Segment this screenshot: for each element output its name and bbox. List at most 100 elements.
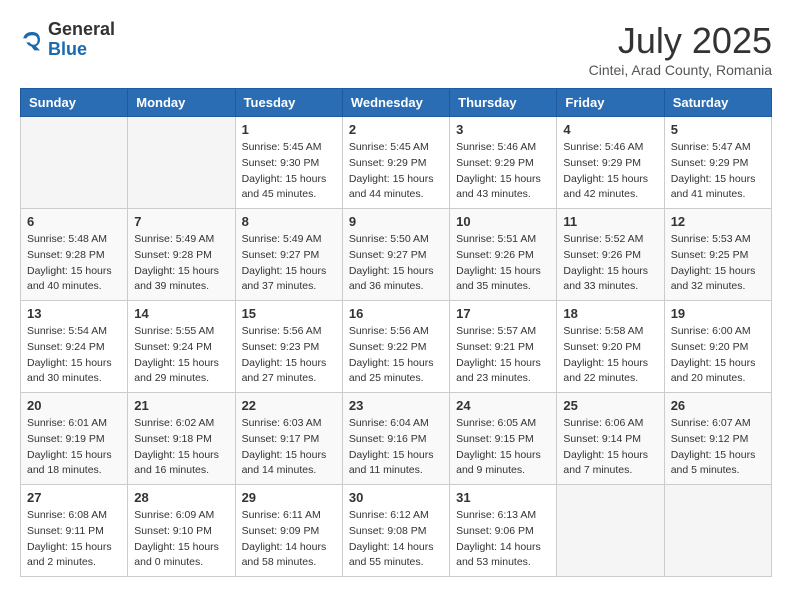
calendar-week-row: 6Sunrise: 5:48 AMSunset: 9:28 PMDaylight… bbox=[21, 209, 772, 301]
calendar-week-row: 27Sunrise: 6:08 AMSunset: 9:11 PMDayligh… bbox=[21, 485, 772, 577]
day-info: Sunrise: 6:12 AMSunset: 9:08 PMDaylight:… bbox=[349, 508, 443, 571]
day-info: Sunrise: 5:46 AMSunset: 9:29 PMDaylight:… bbox=[456, 140, 550, 203]
calendar-week-row: 1 Sunrise: 5:45 AMSunset: 9:30 PMDaylight… bbox=[21, 117, 772, 209]
day-number: 8 bbox=[242, 214, 336, 229]
weekday-header-wednesday: Wednesday bbox=[342, 89, 449, 117]
calendar-cell: 24 Sunrise: 6:05 AMSunset: 9:15 PMDayligh… bbox=[450, 393, 557, 485]
day-number: 1 bbox=[242, 122, 336, 137]
calendar-cell: 17Sunrise: 5:57 AMSunset: 9:21 PMDayligh… bbox=[450, 301, 557, 393]
day-info: Sunrise: 5:52 AMSunset: 9:26 PMDaylight:… bbox=[563, 232, 657, 295]
day-info: Sunrise: 5:46 AMSunset: 9:29 PMDaylight:… bbox=[563, 140, 657, 203]
day-number: 24 bbox=[456, 398, 550, 413]
day-number: 30 bbox=[349, 490, 443, 505]
calendar-cell: 28 Sunrise: 6:09 AMSunset: 9:10 PMDayligh… bbox=[128, 485, 235, 577]
weekday-header-thursday: Thursday bbox=[450, 89, 557, 117]
day-info: Sunrise: 5:58 AMSunset: 9:20 PMDaylight:… bbox=[563, 324, 657, 387]
calendar-header-row: SundayMondayTuesdayWednesdayThursdayFrid… bbox=[21, 89, 772, 117]
calendar-cell bbox=[21, 117, 128, 209]
day-info: Sunrise: 5:50 AMSunset: 9:27 PMDaylight:… bbox=[349, 232, 443, 295]
calendar-cell: 12Sunrise: 5:53 AMSunset: 9:25 PMDayligh… bbox=[664, 209, 771, 301]
calendar-cell: 25Sunrise: 6:06 AMSunset: 9:14 PMDayligh… bbox=[557, 393, 664, 485]
day-info: Sunrise: 6:05 AMSunset: 9:15 PMDaylight:… bbox=[456, 416, 550, 479]
calendar-cell: 3 Sunrise: 5:46 AMSunset: 9:29 PMDaylight… bbox=[450, 117, 557, 209]
logo-icon bbox=[20, 28, 44, 52]
calendar-cell: 16 Sunrise: 5:56 AMSunset: 9:22 PMDayligh… bbox=[342, 301, 449, 393]
day-number: 28 bbox=[134, 490, 228, 505]
day-number: 15 bbox=[242, 306, 336, 321]
day-info: Sunrise: 5:49 AMSunset: 9:27 PMDaylight:… bbox=[242, 232, 336, 295]
logo-general: General bbox=[48, 20, 115, 40]
day-number: 4 bbox=[563, 122, 657, 137]
day-info: Sunrise: 6:11 AMSunset: 9:09 PMDaylight:… bbox=[242, 508, 336, 571]
calendar-cell: 4 Sunrise: 5:46 AMSunset: 9:29 PMDaylight… bbox=[557, 117, 664, 209]
month-title: July 2025 bbox=[589, 20, 772, 62]
weekday-header-tuesday: Tuesday bbox=[235, 89, 342, 117]
day-info: Sunrise: 5:45 AMSunset: 9:30 PMDaylight:… bbox=[242, 140, 336, 203]
calendar-cell: 29 Sunrise: 6:11 AMSunset: 9:09 PMDayligh… bbox=[235, 485, 342, 577]
day-info: Sunrise: 5:45 AMSunset: 9:29 PMDaylight:… bbox=[349, 140, 443, 203]
day-info: Sunrise: 6:04 AMSunset: 9:16 PMDaylight:… bbox=[349, 416, 443, 479]
calendar-cell: 8 Sunrise: 5:49 AMSunset: 9:27 PMDaylight… bbox=[235, 209, 342, 301]
day-info: Sunrise: 6:09 AMSunset: 9:10 PMDaylight:… bbox=[134, 508, 228, 571]
calendar-cell: 10 Sunrise: 5:51 AMSunset: 9:26 PMDayligh… bbox=[450, 209, 557, 301]
calendar-cell bbox=[557, 485, 664, 577]
calendar-cell: 6Sunrise: 5:48 AMSunset: 9:28 PMDaylight… bbox=[21, 209, 128, 301]
calendar-cell: 23Sunrise: 6:04 AMSunset: 9:16 PMDayligh… bbox=[342, 393, 449, 485]
day-number: 5 bbox=[671, 122, 765, 137]
day-number: 29 bbox=[242, 490, 336, 505]
day-info: Sunrise: 6:00 AMSunset: 9:20 PMDaylight:… bbox=[671, 324, 765, 387]
weekday-header-saturday: Saturday bbox=[664, 89, 771, 117]
calendar-table: SundayMondayTuesdayWednesdayThursdayFrid… bbox=[20, 88, 772, 577]
day-info: Sunrise: 5:54 AMSunset: 9:24 PMDaylight:… bbox=[27, 324, 121, 387]
calendar-cell: 22 Sunrise: 6:03 AMSunset: 9:17 PMDayligh… bbox=[235, 393, 342, 485]
day-number: 2 bbox=[349, 122, 443, 137]
day-info: Sunrise: 5:48 AMSunset: 9:28 PMDaylight:… bbox=[27, 232, 121, 295]
calendar-cell: 20 Sunrise: 6:01 AMSunset: 9:19 PMDayligh… bbox=[21, 393, 128, 485]
day-info: Sunrise: 5:56 AMSunset: 9:23 PMDaylight:… bbox=[242, 324, 336, 387]
calendar-cell: 11Sunrise: 5:52 AMSunset: 9:26 PMDayligh… bbox=[557, 209, 664, 301]
day-info: Sunrise: 5:56 AMSunset: 9:22 PMDaylight:… bbox=[349, 324, 443, 387]
calendar-cell: 21Sunrise: 6:02 AMSunset: 9:18 PMDayligh… bbox=[128, 393, 235, 485]
day-info: Sunrise: 6:07 AMSunset: 9:12 PMDaylight:… bbox=[671, 416, 765, 479]
calendar-cell bbox=[664, 485, 771, 577]
logo: General Blue bbox=[20, 20, 115, 60]
location-subtitle: Cintei, Arad County, Romania bbox=[589, 62, 772, 78]
day-info: Sunrise: 6:06 AMSunset: 9:14 PMDaylight:… bbox=[563, 416, 657, 479]
day-info: Sunrise: 6:01 AMSunset: 9:19 PMDaylight:… bbox=[27, 416, 121, 479]
calendar-cell bbox=[128, 117, 235, 209]
calendar-cell: 19 Sunrise: 6:00 AMSunset: 9:20 PMDayligh… bbox=[664, 301, 771, 393]
calendar-cell: 1 Sunrise: 5:45 AMSunset: 9:30 PMDaylight… bbox=[235, 117, 342, 209]
page-header: General Blue July 2025 Cintei, Arad Coun… bbox=[20, 20, 772, 78]
calendar-cell: 18 Sunrise: 5:58 AMSunset: 9:20 PMDayligh… bbox=[557, 301, 664, 393]
day-number: 3 bbox=[456, 122, 550, 137]
title-block: July 2025 Cintei, Arad County, Romania bbox=[589, 20, 772, 78]
day-number: 9 bbox=[349, 214, 443, 229]
day-number: 18 bbox=[563, 306, 657, 321]
day-number: 16 bbox=[349, 306, 443, 321]
calendar-cell: 15 Sunrise: 5:56 AMSunset: 9:23 PMDayligh… bbox=[235, 301, 342, 393]
day-number: 26 bbox=[671, 398, 765, 413]
day-number: 19 bbox=[671, 306, 765, 321]
weekday-header-sunday: Sunday bbox=[21, 89, 128, 117]
calendar-cell: 7 Sunrise: 5:49 AMSunset: 9:28 PMDaylight… bbox=[128, 209, 235, 301]
day-info: Sunrise: 5:47 AMSunset: 9:29 PMDaylight:… bbox=[671, 140, 765, 203]
day-info: Sunrise: 6:03 AMSunset: 9:17 PMDaylight:… bbox=[242, 416, 336, 479]
day-info: Sunrise: 5:55 AMSunset: 9:24 PMDaylight:… bbox=[134, 324, 228, 387]
day-info: Sunrise: 5:51 AMSunset: 9:26 PMDaylight:… bbox=[456, 232, 550, 295]
day-info: Sunrise: 5:49 AMSunset: 9:28 PMDaylight:… bbox=[134, 232, 228, 295]
calendar-cell: 5 Sunrise: 5:47 AMSunset: 9:29 PMDaylight… bbox=[664, 117, 771, 209]
day-number: 22 bbox=[242, 398, 336, 413]
day-info: Sunrise: 6:02 AMSunset: 9:18 PMDaylight:… bbox=[134, 416, 228, 479]
calendar-cell: 27Sunrise: 6:08 AMSunset: 9:11 PMDayligh… bbox=[21, 485, 128, 577]
day-number: 20 bbox=[27, 398, 121, 413]
day-number: 14 bbox=[134, 306, 228, 321]
calendar-week-row: 13 Sunrise: 5:54 AMSunset: 9:24 PMDayligh… bbox=[21, 301, 772, 393]
day-number: 13 bbox=[27, 306, 121, 321]
calendar-cell: 9 Sunrise: 5:50 AMSunset: 9:27 PMDaylight… bbox=[342, 209, 449, 301]
day-number: 7 bbox=[134, 214, 228, 229]
day-number: 27 bbox=[27, 490, 121, 505]
day-number: 17 bbox=[456, 306, 550, 321]
day-number: 10 bbox=[456, 214, 550, 229]
day-info: Sunrise: 6:13 AMSunset: 9:06 PMDaylight:… bbox=[456, 508, 550, 571]
calendar-cell: 14 Sunrise: 5:55 AMSunset: 9:24 PMDayligh… bbox=[128, 301, 235, 393]
